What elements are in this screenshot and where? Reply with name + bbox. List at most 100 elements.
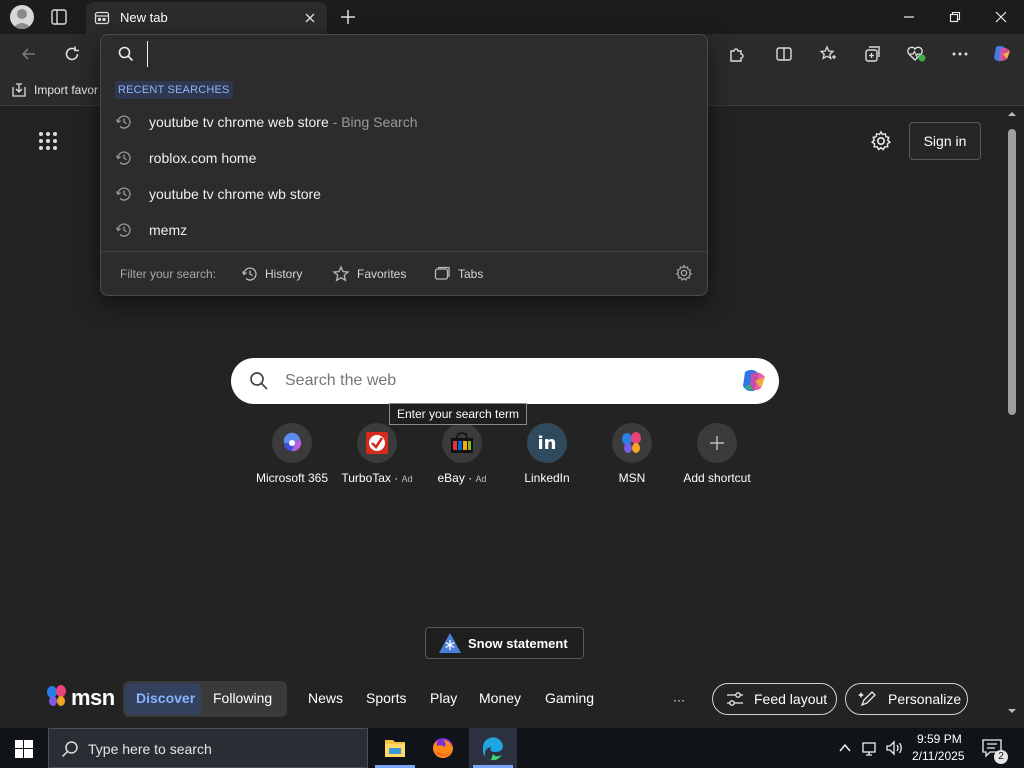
page-scrollbar[interactable] (1005, 107, 1019, 719)
close-window-button[interactable] (978, 0, 1024, 34)
shortcut-ebay[interactable]: eBay · Ad (419, 423, 505, 485)
tabs-icon (433, 265, 451, 283)
filter-history[interactable]: History (265, 267, 302, 281)
suggestion-text: youtube tv chrome wb store (149, 186, 321, 202)
plus-icon (697, 423, 737, 463)
suggestion-item[interactable]: youtube tv chrome web store - Bing Searc… (101, 103, 707, 139)
firefox-icon[interactable] (420, 728, 466, 768)
tab-following[interactable]: Following (213, 690, 272, 706)
shortcut-microsoft-365[interactable]: Microsoft 365 (249, 423, 335, 485)
suggestion-item[interactable]: roblox.com home (101, 139, 707, 175)
nav-play[interactable]: Play (430, 690, 457, 706)
nav-money[interactable]: Money (479, 690, 521, 706)
shortcut-msn[interactable]: MSN (589, 423, 675, 485)
turbotax-icon (357, 423, 397, 463)
suggestion-text: youtube tv chrome web store (149, 114, 329, 130)
edge-icon[interactable] (469, 728, 517, 768)
msn-brand[interactable]: msn (71, 685, 115, 711)
clock-time[interactable]: 9:59 PM (917, 732, 962, 746)
feed-tabs: Discover Following (123, 681, 287, 717)
sign-in-button[interactable]: Sign in (909, 122, 981, 160)
search-icon (118, 46, 134, 62)
collections-icon[interactable] (857, 40, 887, 68)
restore-button[interactable] (932, 0, 978, 34)
browser-essentials-icon[interactable] (901, 40, 931, 68)
start-button-icon[interactable] (15, 740, 33, 758)
import-favorites-icon (11, 82, 27, 98)
nav-sports[interactable]: Sports (366, 690, 406, 706)
profile-avatar[interactable] (10, 5, 34, 29)
microsoft-365-icon (272, 423, 312, 463)
personalize-label: Personalize (888, 691, 962, 707)
shortcut-turbotax[interactable]: TurboTax · Ad (334, 423, 420, 485)
more-menu-icon[interactable] (945, 40, 975, 68)
filter-favorites[interactable]: Favorites (357, 267, 406, 281)
tab-actions-icon[interactable] (50, 8, 68, 26)
shortcut-label: LinkedIn (524, 471, 570, 485)
suggestion-item[interactable]: youtube tv chrome wb store (101, 175, 707, 211)
apps-launcher-icon[interactable] (38, 131, 58, 151)
web-search-box[interactable] (231, 358, 779, 404)
nav-more[interactable]: ··· (673, 693, 685, 707)
weather-alert-button[interactable]: Snow statement (425, 627, 584, 659)
msn-logo-icon[interactable] (44, 683, 70, 709)
shortcut-label: TurboTax (341, 471, 391, 485)
notification-count-badge: 2 (994, 750, 1008, 764)
recent-searches-heading: RECENT SEARCHES (115, 81, 233, 99)
page-settings-gear-icon[interactable] (870, 130, 892, 152)
suggestion-text: roblox.com home (149, 150, 257, 166)
ebay-bag-icon (442, 423, 482, 463)
clock-date[interactable]: 2/11/2025 (912, 749, 965, 763)
minimize-button[interactable] (886, 0, 932, 34)
search-icon (249, 371, 269, 391)
sliders-icon (725, 690, 745, 708)
history-filter-icon (241, 265, 259, 283)
taskbar-search-box[interactable]: Type here to search (48, 728, 368, 768)
msn-butterfly-icon (612, 423, 652, 463)
search-tooltip: Enter your search term (389, 403, 528, 425)
gear-icon[interactable] (675, 264, 693, 282)
copilot-icon[interactable] (987, 40, 1017, 68)
title-bar: New tab (0, 0, 1024, 34)
close-tab-icon[interactable] (302, 10, 318, 26)
history-icon (115, 185, 133, 203)
show-hidden-icons-chevron-icon[interactable] (838, 741, 852, 755)
extensions-icon[interactable] (721, 40, 751, 68)
split-screen-icon[interactable] (769, 40, 799, 68)
network-icon[interactable] (861, 740, 881, 756)
ad-badge: Ad (475, 474, 487, 484)
web-search-input[interactable] (285, 367, 705, 395)
import-favorites-link[interactable]: Import favor (34, 83, 98, 97)
filter-bar: Filter your search: History Favorites Ta… (101, 251, 707, 295)
file-explorer-icon[interactable] (372, 728, 418, 768)
newtab-page-icon (94, 10, 110, 26)
filter-label: Filter your search: (120, 267, 217, 281)
history-icon (115, 113, 133, 131)
taskbar-search-placeholder: Type here to search (88, 741, 212, 757)
nav-gaming[interactable]: Gaming (545, 690, 594, 706)
tab-title: New tab (120, 10, 168, 25)
suggestion-item[interactable]: memz (101, 211, 707, 247)
filter-tabs[interactable]: Tabs (458, 267, 483, 281)
back-button[interactable] (14, 40, 44, 68)
nav-news[interactable]: News (308, 690, 343, 706)
address-input[interactable] (147, 41, 687, 67)
refresh-button[interactable] (57, 40, 87, 68)
copilot-icon[interactable] (739, 366, 769, 396)
volume-icon[interactable] (885, 740, 905, 756)
shortcut-label: Microsoft 365 (255, 471, 329, 485)
history-icon (115, 221, 133, 239)
tab-discover[interactable]: Discover (136, 690, 195, 706)
personalize-button[interactable]: Personalize (845, 683, 968, 715)
shortcut-linkedin[interactable]: in LinkedIn (504, 423, 590, 485)
shortcut-add[interactable]: Add shortcut (674, 423, 760, 485)
favorites-star-icon[interactable] (813, 40, 843, 68)
suggestion-text: memz (149, 222, 188, 238)
feed-layout-button[interactable]: Feed layout (712, 683, 837, 715)
new-tab-icon[interactable] (339, 8, 357, 26)
ad-badge: Ad (401, 474, 413, 484)
tab-new-tab[interactable]: New tab (86, 2, 327, 34)
feed-layout-label: Feed layout (754, 691, 828, 707)
windows-taskbar: Type here to search 9:59 PM 2/11/2025 2 (0, 728, 1024, 768)
snow-warning-icon (438, 632, 462, 654)
